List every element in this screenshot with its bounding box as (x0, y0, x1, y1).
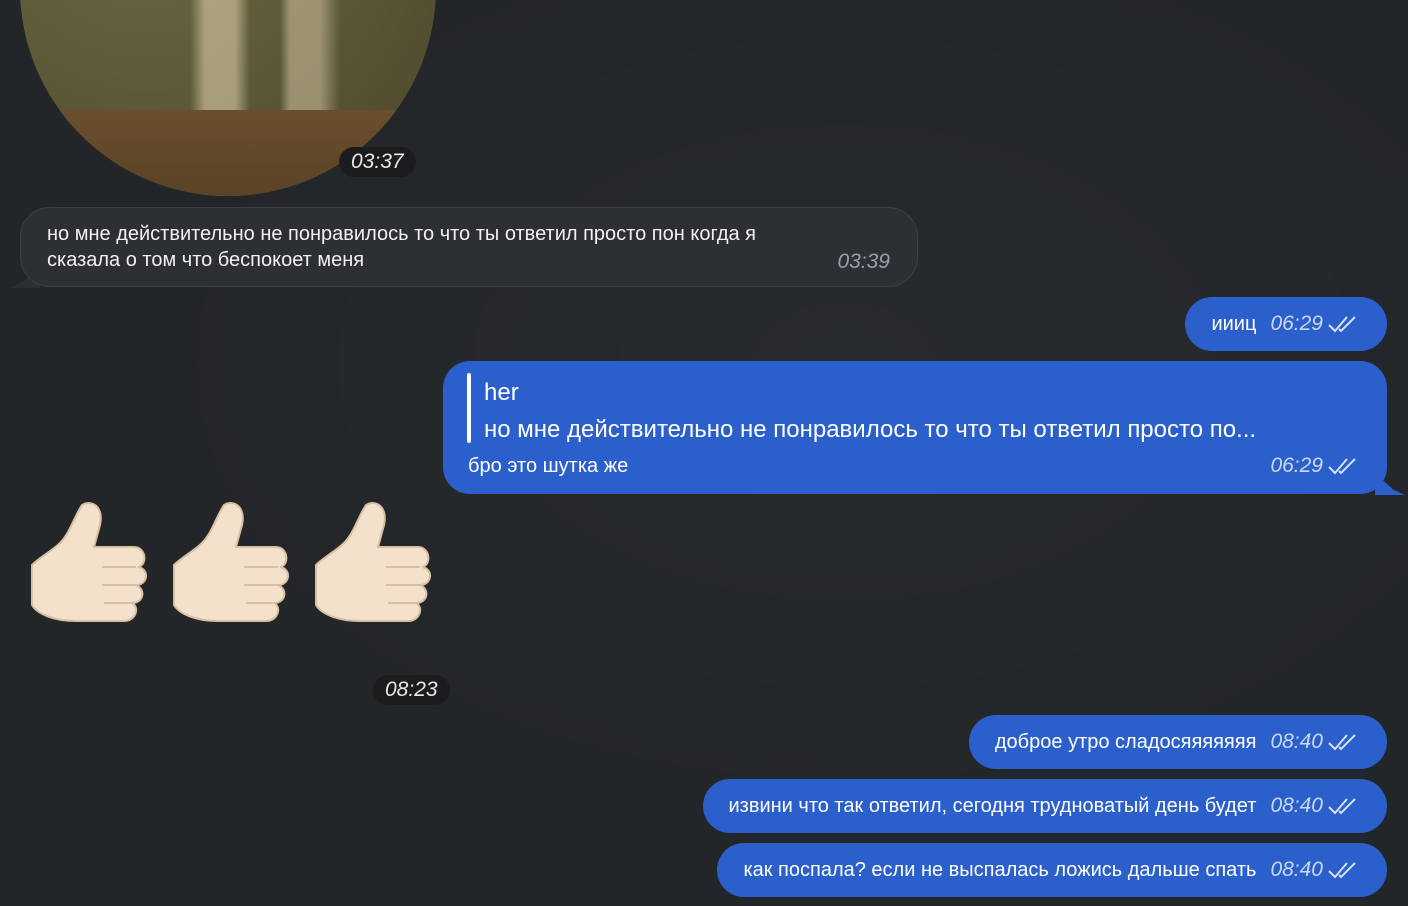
emoji-time: 08:23 (373, 675, 450, 705)
video-time: 03:37 (339, 147, 416, 177)
chat-area: 03:37 но мне действительно не понравилос… (0, 0, 1408, 906)
message-time: 08:40 (1270, 794, 1323, 817)
message-time: 06:29 (1270, 454, 1323, 477)
message-text: иииц (1211, 312, 1257, 335)
reply-quote-text[interactable]: но мне действительно не понравилось то ч… (484, 416, 1256, 444)
thumbs-up-emojis[interactable] (22, 495, 442, 635)
thumbs-up-emoji-icon (315, 502, 431, 622)
message-time: 08:40 (1270, 730, 1323, 753)
thumbs-up-emoji-icon (173, 502, 289, 622)
message-text-line-2: сказала о том что беспокоет меня (47, 249, 365, 271)
message-time: 08:40 (1270, 858, 1323, 881)
double-check-icon (1328, 734, 1356, 751)
message-text: бро это шутка же (468, 455, 629, 477)
message-text: доброе утро сладосяяяяяяя (994, 730, 1257, 753)
outgoing-message[interactable]: иииц 06:29 (1185, 297, 1387, 351)
reply-author[interactable]: her (484, 379, 519, 407)
message-text: как поспала? если не выспалась ложись да… (743, 858, 1257, 881)
outgoing-message[interactable]: как поспала? если не выспалась ложись да… (717, 843, 1387, 897)
incoming-message[interactable]: но мне действительно не понравилось то ч… (20, 207, 918, 287)
double-check-icon (1328, 458, 1356, 475)
outgoing-reply-message[interactable]: her но мне действительно не понравилось … (443, 361, 1387, 494)
double-check-icon (1328, 316, 1356, 333)
outgoing-message[interactable]: доброе утро сладосяяяяяяя 08:40 (968, 715, 1387, 769)
reply-quote-bar (467, 373, 471, 443)
thumbs-up-emoji-icon (31, 502, 147, 622)
message-time: 03:39 (837, 250, 890, 273)
double-check-icon (1328, 862, 1356, 879)
double-check-icon (1328, 798, 1356, 815)
message-text-line-1: но мне действительно не понравилось то ч… (47, 223, 757, 245)
message-text: извини что так ответил, сегодня труднова… (728, 794, 1257, 817)
message-time: 06:29 (1270, 312, 1323, 335)
outgoing-message[interactable]: извини что так ответил, сегодня труднова… (702, 779, 1387, 833)
